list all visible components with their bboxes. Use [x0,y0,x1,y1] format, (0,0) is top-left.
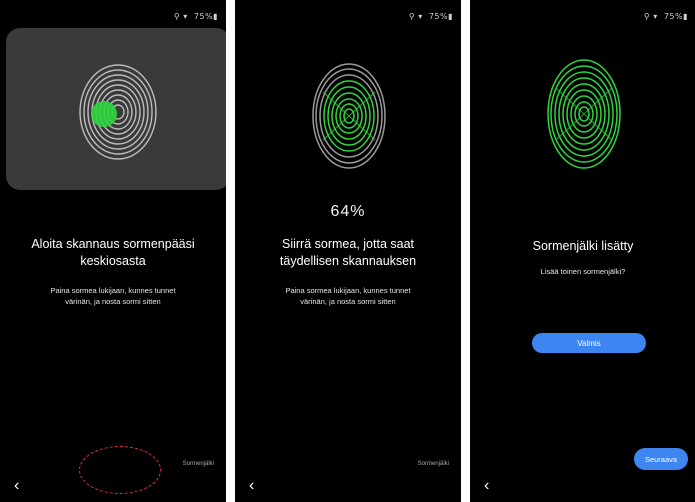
screen-fingerprint-added: ⚲ ▾ 75%▮ Sormenjälki lisätty Lisää toinen… [470,0,695,502]
status-icons: ⚲ ▾ [643,12,658,21]
next-button[interactable]: Seuraava [634,448,688,470]
question-text: Lisää toinen sormenjälki? [540,267,626,276]
page-title: Aloita skannaus sormenpääsi keskiosasta [0,236,226,270]
brand-label: Sormenjälki [417,461,449,467]
status-bar: ⚲ ▾ 75%▮ [644,12,688,21]
battery-text: 75%▮ [428,12,453,21]
done-button[interactable]: Valmis [532,333,646,353]
fingerprint-sensor-indicator[interactable] [79,446,161,494]
battery-text: 75%▮ [663,12,688,21]
page-title: Sormenjälki lisätty [532,239,634,253]
battery-text: 75%▮ [193,12,218,21]
instruction-line: värinän, ja nosta sormi sitten [65,297,161,306]
instruction-text: Paina sormea lukijaan, kunnes tunnet vär… [247,285,449,307]
progress-percent: 64% [330,203,366,220]
fingerprint-icon [79,64,157,160]
title-line: Siirrä sormea, jotta saat [282,237,414,251]
fingerprint-complete-icon [547,59,621,169]
back-arrow-icon[interactable]: ‹ [484,478,489,494]
fingerprint-preview-panel [6,28,226,190]
fingerprint-icon [312,63,386,169]
status-icons: ⚲ ▾ [408,12,423,21]
page-title: Siirrä sormea, jotta saat täydellisen sk… [235,236,461,270]
title-line: täydellisen skannauksen [279,254,417,268]
back-arrow-icon[interactable]: ‹ [14,478,19,494]
status-bar: ⚲ ▾ 75%▮ [174,12,218,21]
status-bar: ⚲ ▾ 75%▮ [409,12,453,21]
status-icons: ⚲ ▾ [173,12,188,21]
screen-start-scan: ⚲ ▾ 75%▮ Aloita skannaus sormenpääsi kesk… [0,0,226,502]
brand-label: Sormenjälki [182,461,214,467]
instruction-line: Paina sormea lukijaan, kunnes tunnet [50,286,176,295]
instruction-text: Paina sormea lukijaan, kunnes tunnet vär… [12,285,214,307]
back-arrow-icon[interactable]: ‹ [249,478,254,494]
instruction-line: Paina sormea lukijaan, kunnes tunnet [285,286,411,295]
title-line: Aloita skannaus sormenpääsi [31,237,195,251]
screen-scanning: ⚲ ▾ 75%▮ 64% Siirrä sormea, jotta saat tä… [235,0,461,502]
instruction-line: värinän, ja nosta sormi sitten [300,297,396,306]
title-line: keskiosasta [80,254,146,268]
